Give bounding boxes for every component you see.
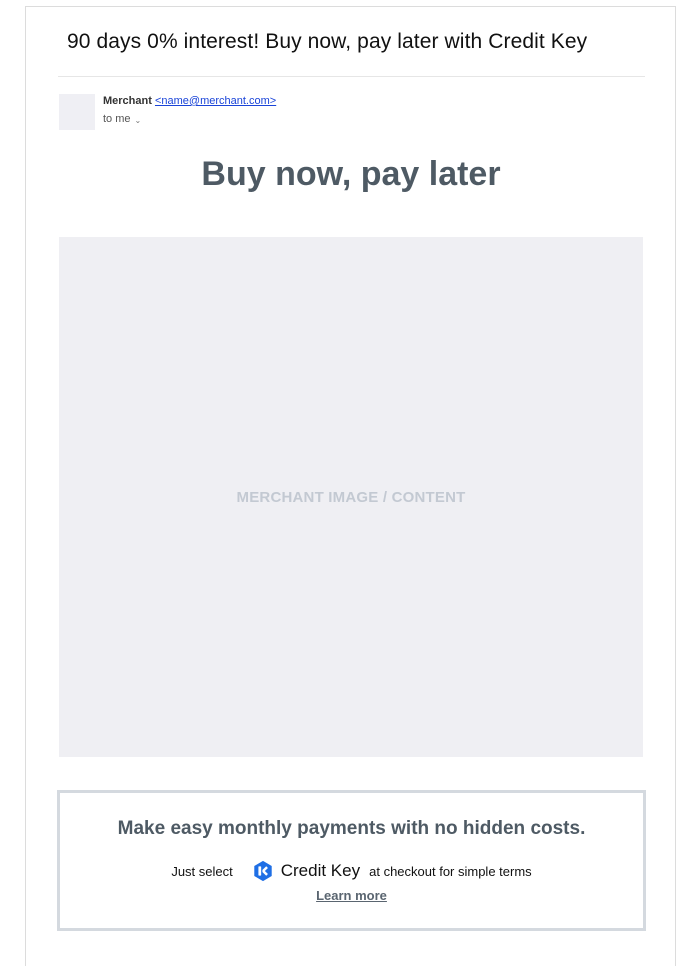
credit-key-logo: Credit Key (252, 860, 360, 882)
header-divider (58, 76, 645, 77)
promo-prefix: Just select (171, 863, 233, 879)
promo-suffix: at checkout for simple terms (369, 863, 532, 879)
credit-key-brand-name: Credit Key (280, 861, 361, 880)
credit-key-logo-icon (254, 860, 272, 882)
credit-key-promo-box: Make easy monthly payments with no hidde… (57, 790, 646, 931)
email-subject: 90 days 0% interest! Buy now, pay later … (67, 30, 588, 53)
sender-avatar[interactable] (59, 94, 95, 130)
email-headline: Buy now, pay later (201, 155, 501, 193)
chevron-down-icon[interactable]: ⌄ (135, 116, 142, 125)
sender-email-link[interactable]: <name@merchant.com> (155, 95, 276, 107)
recipient-toggle[interactable]: to me ⌄ (103, 113, 141, 125)
sender-name[interactable]: Merchant (103, 95, 152, 107)
promo-line: Just select Credit Key at checkout for s… (60, 860, 643, 882)
learn-more-link[interactable]: Learn more (60, 888, 643, 903)
promo-title: Make easy monthly payments with no hidde… (117, 818, 586, 839)
merchant-image-placeholder: MERCHANT IMAGE / CONTENT (59, 237, 643, 757)
recipient-label: to me (103, 113, 131, 125)
sender-line: Merchant <name@merchant.com> (103, 95, 276, 107)
placeholder-label: MERCHANT IMAGE / CONTENT (236, 488, 466, 506)
